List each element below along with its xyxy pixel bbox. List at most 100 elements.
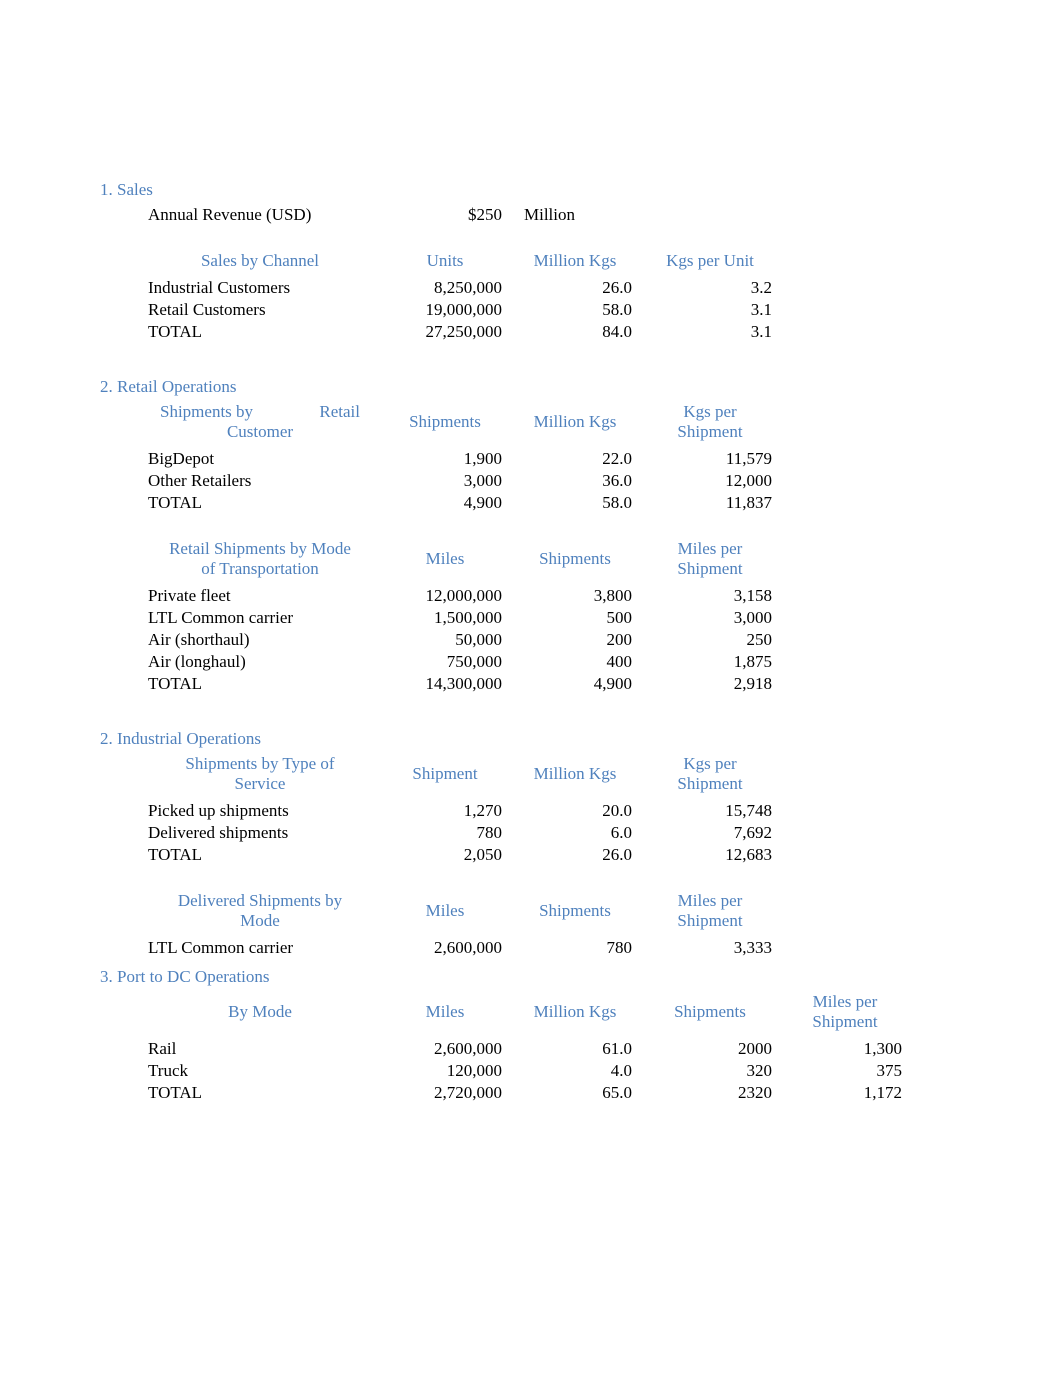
cell: 26.0 (510, 844, 640, 866)
table-row: LTL Common carrier 1,500,000 500 3,000 (140, 607, 780, 629)
cell: 3,158 (640, 585, 780, 607)
hdr-part: Miles per (648, 891, 772, 911)
cell: 58.0 (510, 299, 640, 321)
cell: 2320 (640, 1082, 780, 1104)
col-header-shipments: Shipments (380, 401, 510, 448)
cell: 780 (380, 822, 510, 844)
cell: 1,300 (780, 1038, 910, 1060)
col-header-label: Shipments by Retail Customer (140, 401, 380, 448)
cell: 22.0 (510, 448, 640, 470)
row-label: Truck (140, 1060, 380, 1082)
cell: 500 (510, 607, 640, 629)
col-header-miles: Miles (380, 890, 510, 937)
cell: 50,000 (380, 629, 510, 651)
row-label: TOTAL (140, 492, 380, 514)
row-label: Rail (140, 1038, 380, 1060)
table-row: TOTAL 2,050 26.0 12,683 (140, 844, 780, 866)
page-content: 1. Sales Annual Revenue (USD) $250 Milli… (0, 0, 1062, 1104)
table-row: Retail Customers 19,000,000 58.0 3.1 (140, 299, 780, 321)
cell: 6.0 (510, 822, 640, 844)
cell: 3,000 (380, 470, 510, 492)
cell: 750,000 (380, 651, 510, 673)
table-row: TOTAL 4,900 58.0 11,837 (140, 492, 780, 514)
row-label: Delivered shipments (140, 822, 380, 844)
cell: 1,172 (780, 1082, 910, 1104)
cell: 12,000,000 (380, 585, 510, 607)
row-label: Private fleet (140, 585, 380, 607)
cell: 3.2 (640, 277, 780, 299)
cell: 320 (640, 1060, 780, 1082)
table-header-row: By Mode Miles Million Kgs Shipments Mile… (140, 991, 910, 1038)
table-row: Industrial Customers 8,250,000 26.0 3.2 (140, 277, 780, 299)
hdr-part: Shipment (788, 1012, 902, 1032)
cell: 8,250,000 (380, 277, 510, 299)
col-header-shipments: Shipments (510, 890, 640, 937)
table-header-row: Delivered Shipments by Mode Miles Shipme… (140, 890, 780, 937)
table-row: Rail 2,600,000 61.0 2000 1,300 (140, 1038, 910, 1060)
row-label: LTL Common carrier (140, 607, 380, 629)
col-header-mkgs: Million Kgs (510, 250, 640, 277)
cell: 3.1 (640, 321, 780, 343)
row-label: TOTAL (140, 844, 380, 866)
cell: 12,683 (640, 844, 780, 866)
col-header-kpu: Kgs per Unit (640, 250, 780, 277)
cell: 3,333 (640, 937, 780, 959)
cell: 3,000 (640, 607, 780, 629)
hdr-part: Mode (148, 911, 372, 931)
col-header-miles: Miles (380, 991, 510, 1038)
col-header-label: Sales by Channel (140, 250, 380, 277)
cell: 11,837 (640, 492, 780, 514)
table-row: Other Retailers 3,000 36.0 12,000 (140, 470, 780, 492)
hdr-part: of Transportation (148, 559, 372, 579)
empty-cell (640, 204, 780, 226)
col-header-kps: Kgs per Shipment (640, 401, 780, 448)
table-row: Air (shorthaul) 50,000 200 250 (140, 629, 780, 651)
cell: 3,800 (510, 585, 640, 607)
col-header-label: Delivered Shipments by Mode (140, 890, 380, 937)
table-header-row: Sales by Channel Units Million Kgs Kgs p… (140, 250, 780, 277)
col-header-label: Retail Shipments by Mode of Transportati… (140, 538, 380, 585)
table-header-row: Shipments by Retail Customer Shipments M… (140, 401, 780, 448)
industrial-delivered-table: Delivered Shipments by Mode Miles Shipme… (140, 890, 780, 959)
row-label: Air (longhaul) (140, 651, 380, 673)
hdr-part: Shipment (648, 911, 772, 931)
cell: 2,050 (380, 844, 510, 866)
cell: 4,900 (510, 673, 640, 695)
cell: 2,918 (640, 673, 780, 695)
cell: 780 (510, 937, 640, 959)
col-header-shipments: Shipments (640, 991, 780, 1038)
cell: 4.0 (510, 1060, 640, 1082)
row-label: Retail Customers (140, 299, 380, 321)
hdr-part: Shipment (648, 774, 772, 794)
cell: 20.0 (510, 800, 640, 822)
row-label: Other Retailers (140, 470, 380, 492)
cell: 1,900 (380, 448, 510, 470)
hdr-part: Retail Shipments by Mode (148, 539, 372, 559)
retail-customer-table: Shipments by Retail Customer Shipments M… (140, 401, 780, 514)
table-row: BigDepot 1,900 22.0 11,579 (140, 448, 780, 470)
section-heading-retail: 2. Retail Operations (100, 377, 982, 397)
table-header-row: Shipments by Type of Service Shipment Mi… (140, 753, 780, 800)
sales-channel-table: Sales by Channel Units Million Kgs Kgs p… (140, 250, 780, 343)
col-header-label: By Mode (140, 991, 380, 1038)
hdr-part: Miles per (648, 539, 772, 559)
table-row: TOTAL 27,250,000 84.0 3.1 (140, 321, 780, 343)
revenue-table: Annual Revenue (USD) $250 Million (140, 204, 780, 226)
cell: 2000 (640, 1038, 780, 1060)
col-header-units: Units (380, 250, 510, 277)
hdr-part: Retail (319, 402, 360, 422)
cell: 2,720,000 (380, 1082, 510, 1104)
section-heading-port: 3. Port to DC Operations (100, 967, 982, 987)
row-label: LTL Common carrier (140, 937, 380, 959)
cell: 2,600,000 (380, 937, 510, 959)
cell: 58.0 (510, 492, 640, 514)
cell: 200 (510, 629, 640, 651)
cell: 375 (780, 1060, 910, 1082)
cell: 4,900 (380, 492, 510, 514)
table-row: LTL Common carrier 2,600,000 780 3,333 (140, 937, 780, 959)
cell: 84.0 (510, 321, 640, 343)
col-header-mkgs: Million Kgs (510, 991, 640, 1038)
col-header-shipment: Shipment (380, 753, 510, 800)
cell: 120,000 (380, 1060, 510, 1082)
hdr-part: Shipment (648, 559, 772, 579)
